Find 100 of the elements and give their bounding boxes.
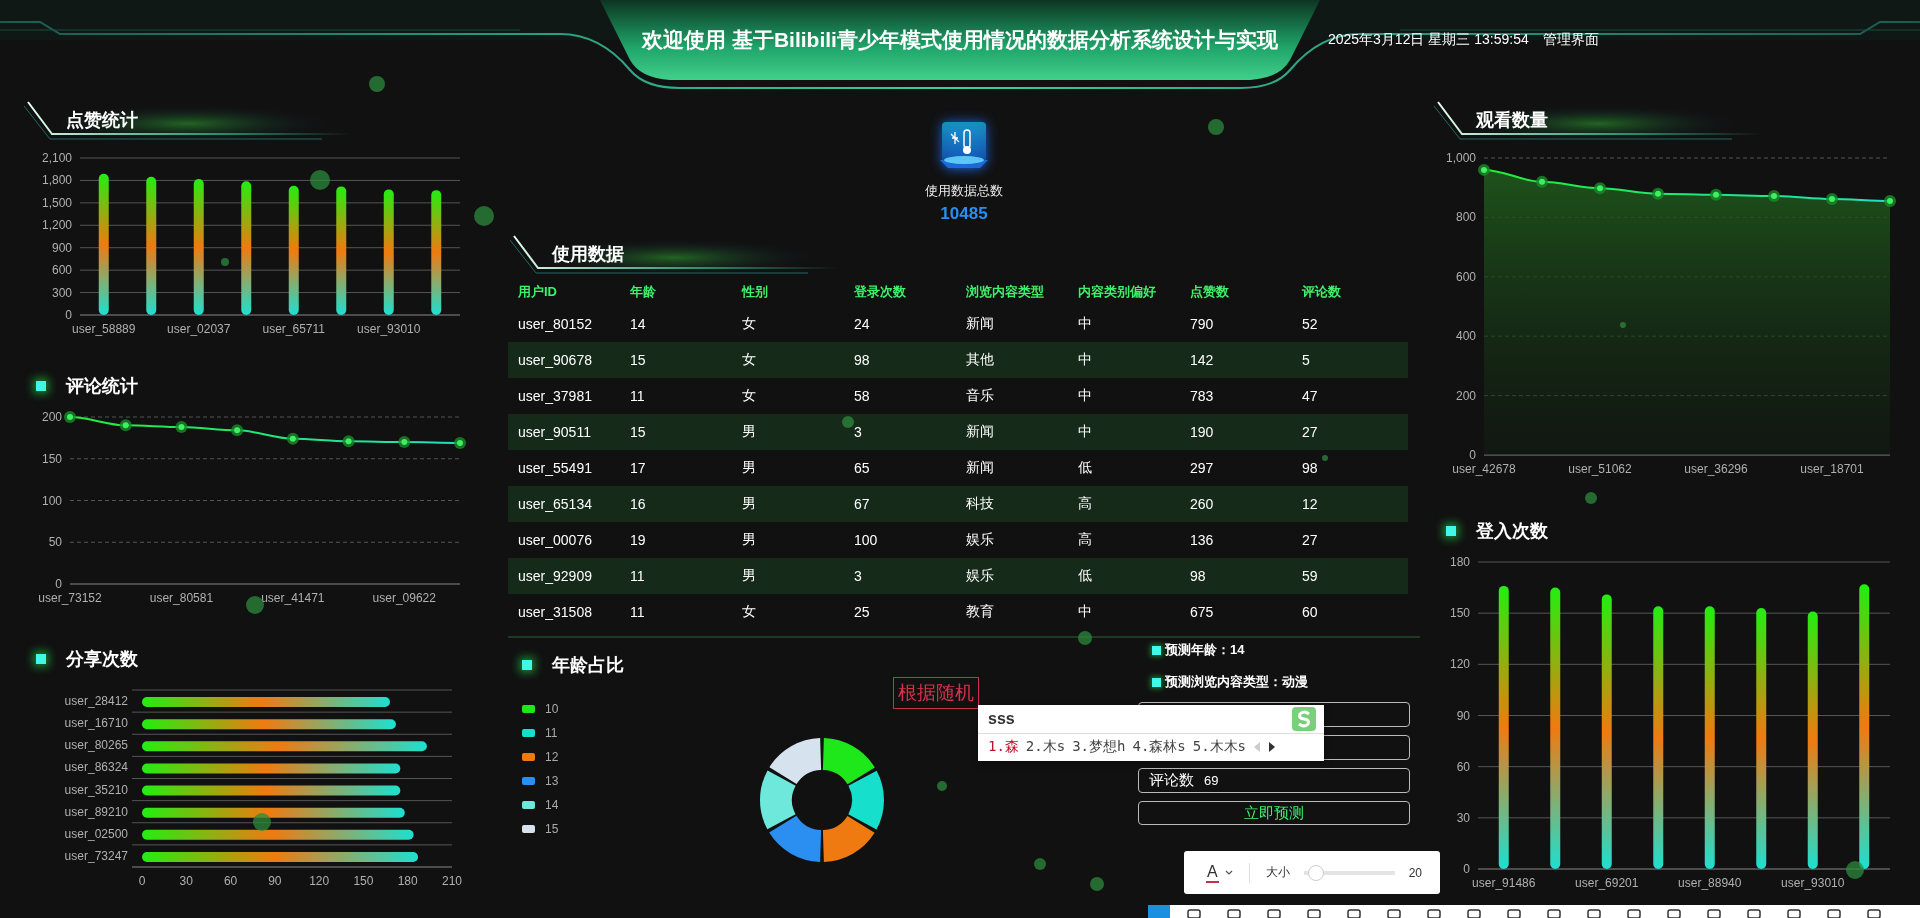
axis-label: user_35210: [64, 782, 128, 797]
toolbar-drawing[interactable]: [1148, 905, 1920, 918]
table-cell-text: 新闻: [966, 459, 995, 477]
square-icon: [522, 660, 532, 670]
axis-label: 0: [138, 874, 146, 888]
table-cell-text: 67: [854, 496, 871, 512]
size-value: 20: [1408, 865, 1422, 880]
ime-candidate[interactable]: 1.森: [988, 738, 1019, 756]
table-cell-text: 25: [854, 604, 871, 620]
axis-label: 120: [1449, 657, 1470, 672]
table-cell-text: 5: [1302, 352, 1311, 368]
table-cell-text: 98: [1302, 460, 1319, 476]
slider-thumb[interactable]: [1307, 864, 1324, 881]
table-cell-text: 中: [1078, 387, 1093, 405]
axis-label: user_89210: [64, 804, 128, 819]
table-cell-text: 低: [1078, 459, 1093, 477]
table-cell-text: 100: [854, 532, 879, 548]
data-point: [286, 432, 299, 445]
data-point: [64, 411, 76, 423]
glow-dot: [474, 206, 494, 226]
square-icon: [36, 381, 46, 391]
next-icon[interactable]: [1268, 742, 1277, 752]
axis-label: user_51062: [1568, 462, 1632, 476]
axis-label: 400: [1455, 329, 1476, 344]
legend-label: 15: [545, 821, 559, 836]
axis-label: user_16710: [64, 716, 128, 731]
date-time: 2025年3月12日 星期三 13:59:54: [1327, 31, 1529, 49]
prediction-result: 预测年龄：14: [1165, 641, 1245, 659]
table-cell-text: 男: [742, 459, 757, 477]
table-cell-text: 女: [742, 387, 757, 405]
axis-label: 0: [1469, 448, 1476, 462]
table-cell-text: 60: [1302, 604, 1319, 620]
axis-label: user_73247: [64, 848, 128, 863]
table-cell-text: user_90678: [518, 352, 593, 368]
data-point: [1536, 175, 1548, 188]
ime-candidate[interactable]: 5.木木s: [1192, 738, 1247, 756]
panel-title: 评论统计: [66, 375, 138, 398]
table-cell-text: user_37981: [518, 388, 593, 404]
table-cell-text: 低: [1078, 567, 1093, 585]
axis-label: 90: [1456, 708, 1470, 723]
admin-link[interactable]: 管理界面: [1542, 31, 1599, 49]
table-cell-text: 790: [1190, 316, 1215, 332]
column-header: 用户ID: [518, 283, 558, 301]
axis-label: 1,000: [1445, 151, 1476, 165]
axis-label: user_09622: [372, 591, 436, 605]
table-cell-text: 260: [1190, 496, 1215, 512]
table-cell-text: 52: [1302, 316, 1319, 332]
ime-candidate[interactable]: 3.梦想h: [1072, 738, 1126, 756]
axis-label: 30: [179, 874, 193, 888]
axis-label: user_80581: [149, 591, 214, 605]
column-header: 登录次数: [854, 283, 907, 301]
glow-dot: [1322, 455, 1328, 461]
axis-label: 150: [1449, 606, 1470, 621]
predict-button[interactable]: 立即预测: [1138, 801, 1410, 825]
table-cell-text: 教育: [966, 603, 995, 621]
axis-label: 60: [1456, 759, 1470, 774]
axis-label: user_88940: [1678, 876, 1742, 890]
glow-dot: [369, 76, 385, 92]
data-point: [342, 435, 355, 448]
glow-dot: [1208, 119, 1224, 135]
ime-candidate[interactable]: 2.木s: [1025, 738, 1066, 756]
table-cell-text: 男: [742, 567, 757, 585]
table-cell-text: 136: [1190, 532, 1215, 548]
input-field[interactable]: 评论数 69: [1138, 768, 1410, 793]
axis-label: 180: [1449, 555, 1470, 569]
annotation-text-box[interactable]: 根据随机: [893, 677, 979, 709]
axis-label: user_58889: [72, 322, 136, 336]
table-cell-text: 11: [630, 604, 646, 620]
table-cell-text: 59: [1302, 568, 1319, 584]
table-cell-text: 17: [630, 460, 647, 476]
axis-label: user_18701: [1800, 462, 1864, 476]
axis-label: user_02500: [64, 826, 128, 841]
square-icon: [1152, 645, 1161, 655]
square-icon: [1152, 677, 1161, 687]
table-cell-text: 58: [854, 388, 871, 404]
table-cell-text: 娱乐: [966, 567, 995, 585]
table-cell-text: 11: [630, 568, 646, 584]
axis-label: 50: [48, 535, 62, 550]
ime-candidate[interactable]: 4.森林s: [1132, 738, 1186, 756]
square-icon: [1446, 526, 1456, 536]
data-point: [1594, 182, 1606, 195]
summary-label: 使用数据总数: [925, 182, 1003, 200]
table-cell-text: 中: [1078, 351, 1093, 369]
axis-label: 210: [442, 874, 462, 888]
legend-label: 10: [545, 701, 559, 716]
table-cell-text: 中: [1078, 603, 1093, 621]
font-color-button[interactable]: A: [1206, 862, 1219, 883]
axis-label: user_69201: [1575, 876, 1639, 890]
data-point: [454, 436, 466, 449]
axis-label: user_65711: [262, 322, 325, 336]
caret-icon[interactable]: [1224, 869, 1233, 876]
page-title: 欢迎使用 基于Bilibili青少年模式使用情况的数据分析系统设计与实现: [642, 27, 1278, 53]
axis-label: user_41471: [261, 591, 325, 605]
table-cell-text: 女: [742, 603, 757, 621]
axis-label: 100: [41, 493, 62, 508]
table-cell-text: 娱乐: [966, 531, 995, 549]
axis-label: user_42678: [1452, 462, 1516, 476]
axis-label: user_93010: [357, 322, 421, 336]
axis-label: 0: [1463, 862, 1470, 876]
table-cell-text: 女: [742, 351, 757, 369]
